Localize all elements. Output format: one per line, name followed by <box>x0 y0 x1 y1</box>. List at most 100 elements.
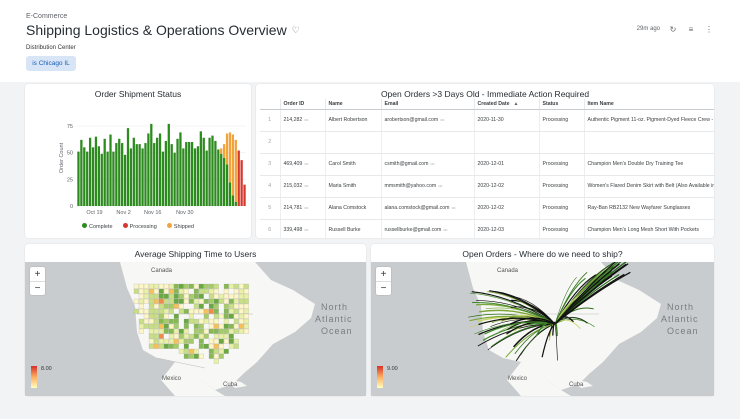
table-cell[interactable]: alana.comstock@gmail.com ••• <box>381 197 475 220</box>
sort-asc-icon[interactable]: ▲ <box>514 101 519 107</box>
bar-complete[interactable] <box>234 201 237 206</box>
table-cell[interactable]: 2020-12-02 <box>474 197 540 220</box>
zoom-out-button[interactable]: − <box>376 281 391 295</box>
bar-complete[interactable] <box>115 143 118 206</box>
bar-complete[interactable] <box>231 195 235 206</box>
more-icon[interactable]: ••• <box>440 117 444 122</box>
column-header-name[interactable]: Name <box>325 99 382 110</box>
table-row[interactable]: 5 214,781 ••• Alana Comstock alana.comstock@… <box>260 197 714 220</box>
table-cell[interactable]: Russell Burke <box>325 219 382 238</box>
more-menu-icon[interactable]: ⋮ <box>704 24 714 34</box>
table-row[interactable]: 2 <box>260 131 714 154</box>
legend-item-complete[interactable]: Complete <box>82 223 113 230</box>
bar-complete[interactable] <box>153 143 156 206</box>
table-cell[interactable]: 469,409 ••• <box>280 153 326 176</box>
bar-complete[interactable] <box>123 154 127 206</box>
bar-complete[interactable] <box>135 144 138 206</box>
bar-complete[interactable] <box>208 137 211 206</box>
table-cell[interactable]: Processing <box>539 219 585 238</box>
table-row[interactable]: 3 469,409 ••• Carol Smith csmith@gmail.com ••… <box>260 153 714 176</box>
table-cell[interactable]: 214,781 ••• <box>280 197 326 220</box>
table-cell[interactable]: 2020-12-01 <box>474 153 540 176</box>
more-icon[interactable]: ••• <box>438 183 442 188</box>
bar-complete[interactable] <box>205 150 208 206</box>
table-cell[interactable]: csmith@gmail.com ••• <box>381 153 475 176</box>
bar-complete[interactable] <box>132 137 135 206</box>
more-icon[interactable]: ••• <box>304 205 308 210</box>
table-cell[interactable]: Processing <box>539 153 585 176</box>
table-cell[interactable] <box>280 131 326 154</box>
column-header-email[interactable]: Email <box>381 99 475 110</box>
table-cell[interactable] <box>325 131 382 154</box>
zoom-in-button[interactable]: + <box>376 267 391 281</box>
table-cell[interactable]: Carol Smith <box>325 153 382 176</box>
table-cell[interactable]: arobertson@gmail.com ••• <box>381 109 475 132</box>
legend-item-shipped[interactable]: Shipped <box>166 223 194 230</box>
table-cell[interactable]: Alana Comstock <box>325 197 382 220</box>
table-cell[interactable]: Authentic Pigment 11-oz. Pigment-Dyed Fl… <box>584 109 714 132</box>
bar-shipped[interactable] <box>231 134 235 196</box>
bar-processing[interactable] <box>237 150 240 206</box>
table-cell[interactable]: Champion Men's Long Mesh Short With Pock… <box>584 219 714 238</box>
table-row[interactable]: 4 215,032 ••• Maria Smith mmsmith@yahoo.com •… <box>260 175 714 198</box>
table-cell[interactable]: Ray-Ban RB2132 New Wayfarer Sunglasses <box>584 197 714 220</box>
bar-complete[interactable] <box>202 137 205 206</box>
bar-complete[interactable] <box>83 147 86 206</box>
more-icon[interactable]: ••• <box>304 161 308 166</box>
bar-complete[interactable] <box>223 158 226 206</box>
bar-shipped[interactable] <box>223 144 226 158</box>
legend-item-processing[interactable]: Processing <box>122 223 157 230</box>
refresh-icon[interactable]: ↻ <box>668 24 678 34</box>
bar-complete[interactable] <box>211 135 214 206</box>
bar-complete[interactable] <box>188 142 191 206</box>
table-cell[interactable]: 2020-11-30 <box>474 109 540 132</box>
table-cell[interactable] <box>381 131 475 154</box>
bar-complete[interactable] <box>88 137 92 206</box>
bar-complete[interactable] <box>118 138 121 206</box>
table-cell[interactable] <box>539 131 585 154</box>
table-cell[interactable] <box>474 131 540 154</box>
table-cell[interactable]: 215,032 ••• <box>280 175 326 198</box>
table-row[interactable]: 1 214,282 ••• Albert Robertson arobertson@gm… <box>260 109 714 132</box>
breadcrumb[interactable]: E-Commerce <box>26 13 67 20</box>
bar-complete[interactable] <box>228 182 232 206</box>
bar-complete[interactable] <box>129 148 133 206</box>
bar-complete[interactable] <box>185 142 188 206</box>
bar-shipped[interactable] <box>228 132 232 183</box>
table-cell[interactable]: Processing <box>539 197 585 220</box>
bar-complete[interactable] <box>193 148 197 206</box>
bar-complete[interactable] <box>196 146 200 206</box>
bar-processing[interactable] <box>243 184 246 206</box>
bar-complete[interactable] <box>126 128 130 206</box>
bar-complete[interactable] <box>158 133 162 206</box>
bar-complete[interactable] <box>225 164 229 206</box>
filter-chip[interactable]: is Chicago IL <box>26 56 76 71</box>
column-header-status[interactable]: Status <box>539 99 585 110</box>
bar-complete[interactable] <box>164 140 168 206</box>
bar-complete[interactable] <box>77 151 80 206</box>
more-icon[interactable]: ••• <box>304 117 308 122</box>
more-icon[interactable]: ••• <box>430 161 434 166</box>
bar-complete[interactable] <box>214 140 217 206</box>
table-cell[interactable]: 214,282 ••• <box>280 109 326 132</box>
bar-complete[interactable] <box>103 138 106 206</box>
bar-complete[interactable] <box>141 148 144 206</box>
bar-shipped[interactable] <box>234 139 237 202</box>
table-cell[interactable]: 2020-12-03 <box>474 219 540 238</box>
bar-complete[interactable] <box>179 132 182 206</box>
bar-complete[interactable] <box>147 133 150 206</box>
open-orders-map[interactable]: Canada North Atlantic Ocean Mexico Cuba … <box>371 262 714 396</box>
bar-complete[interactable] <box>190 142 194 206</box>
bar-complete[interactable] <box>106 151 109 206</box>
bar-complete[interactable] <box>167 123 170 206</box>
bar-complete[interactable] <box>144 143 147 206</box>
zoom-in-button[interactable]: + <box>30 267 45 281</box>
bar-complete[interactable] <box>97 146 100 206</box>
bar-processing[interactable] <box>240 160 243 206</box>
table-cell[interactable]: Women's Flared Denim Skirt with Belt (Al… <box>584 175 714 198</box>
zoom-out-button[interactable]: − <box>30 281 45 295</box>
table-cell[interactable]: Maria Smith <box>325 175 382 198</box>
bar-complete[interactable] <box>170 144 173 206</box>
bar-complete[interactable] <box>182 148 185 206</box>
more-icon[interactable]: ••• <box>304 227 308 232</box>
